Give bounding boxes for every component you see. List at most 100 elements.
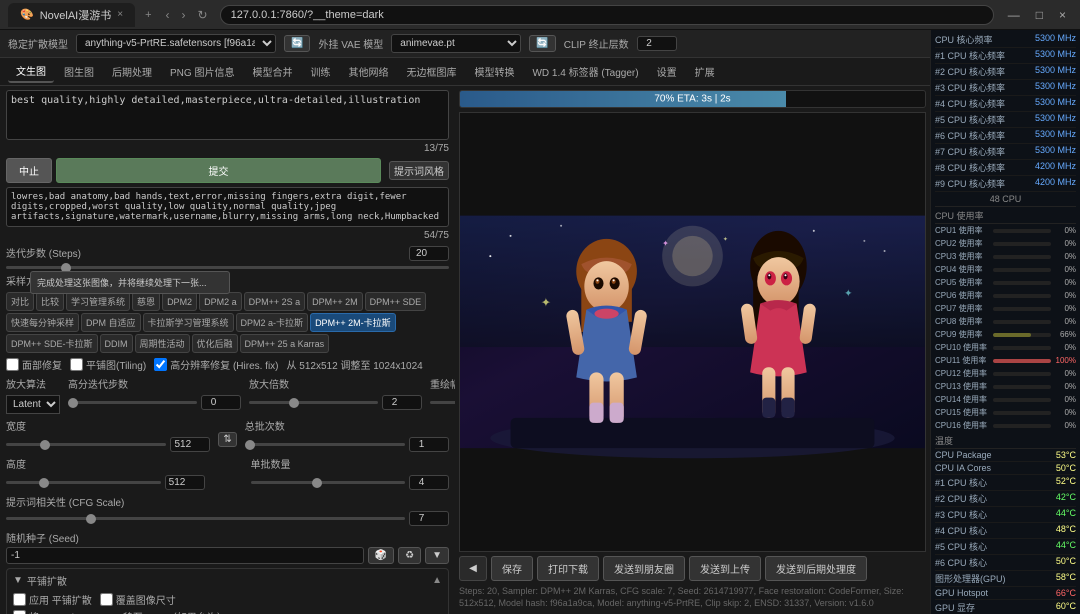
batch-size-slider[interactable] — [251, 481, 406, 484]
send-last-btn[interactable]: 发送到后期处理度 — [765, 556, 867, 581]
denoise-slider[interactable] — [430, 401, 455, 404]
generate-btn[interactable]: 提交 — [56, 158, 381, 183]
use-tiling-input[interactable] — [13, 593, 26, 606]
hires-fix-input[interactable] — [154, 358, 167, 371]
face-restore-input[interactable] — [6, 358, 19, 371]
send-community-btn[interactable]: 发送到朋友圈 — [603, 556, 685, 581]
maximize-btn[interactable]: □ — [1030, 6, 1049, 24]
model-refresh-btn[interactable]: 🔄 — [284, 35, 310, 52]
positive-prompt[interactable]: best quality,highly detailed,masterpiece… — [6, 90, 449, 140]
resize-info: 从 512x512 调整至 1024x1024 — [287, 357, 423, 372]
vae-refresh-btn[interactable]: 🔄 — [529, 35, 555, 52]
tab-png-info[interactable]: PNG 图片信息 — [162, 61, 242, 82]
cpu1-usage-row: CPU1 使用率 0% — [935, 224, 1076, 237]
sampler-dpm2[interactable]: DPM2 — [162, 292, 197, 311]
seed-extra-btn[interactable]: ▼ — [425, 547, 449, 564]
prev-image-btn[interactable]: ◀ — [459, 556, 487, 581]
use-tiling-check[interactable]: 应用 平铺扩散 — [13, 592, 92, 607]
face-restore-check[interactable]: 面部修复 — [6, 357, 62, 372]
batch-size-input[interactable] — [409, 475, 449, 490]
tab-settings[interactable]: 设置 — [649, 61, 685, 82]
tab-img2img[interactable]: 图生图 — [56, 61, 102, 82]
sampler-euler[interactable]: 比较 — [36, 292, 64, 311]
swap-size-btn[interactable]: ⇅ — [218, 432, 236, 447]
controlnet-input[interactable] — [13, 610, 26, 614]
cfg-slider[interactable] — [6, 517, 405, 520]
sampler-dpmpp25a-karras[interactable]: DPM++ 25 a Karras — [240, 334, 330, 353]
new-tab-btn[interactable]: + — [139, 7, 157, 23]
forward-btn[interactable]: › — [178, 6, 190, 24]
cpu13-usage-label: CPU13 使用率 — [935, 381, 990, 392]
close-window-btn[interactable]: × — [1053, 6, 1072, 24]
batch-count-input[interactable] — [409, 437, 449, 452]
use-image-size-input[interactable] — [100, 593, 113, 606]
sampler-dpmpp2sa[interactable]: DPM++ 2S a — [244, 292, 306, 311]
sampler-dpmpp2m-karras[interactable]: DPM++ 2M-卡拉斯 — [310, 313, 396, 332]
model-select[interactable]: anything-v5-PrtRE.safetensors [f96a1a9ca… — [76, 34, 276, 53]
sampler-optimized[interactable]: 优化后融 — [192, 334, 238, 353]
sampler-heun[interactable]: 慈恩 — [132, 292, 160, 311]
batch-count-slider[interactable] — [245, 443, 405, 446]
vae-select[interactable]: animevae.pt — [391, 34, 521, 53]
seed-input[interactable] — [6, 547, 364, 564]
sampler-dpm-adaptive[interactable]: DPM 自适应 — [81, 313, 141, 332]
hires-steps-slider[interactable] — [68, 401, 197, 404]
back-btn[interactable]: ‹ — [162, 6, 174, 24]
save-btn[interactable]: 保存 — [491, 556, 533, 581]
sampler-dpmpp2m[interactable]: DPM++ 2M — [307, 292, 363, 311]
clip-input[interactable] — [637, 36, 677, 51]
sampler-dpm2a[interactable]: DPM2 a — [199, 292, 242, 311]
download-btn[interactable]: 打印下载 — [537, 556, 599, 581]
steps-slider[interactable] — [6, 266, 449, 269]
height-input[interactable] — [165, 475, 205, 490]
tab-extensions[interactable]: 扩展 — [687, 61, 723, 82]
negative-prompt[interactable]: lowres,bad anatomy,bad hands,text,error,… — [6, 187, 449, 227]
tab-txt2img[interactable]: 文生图 — [8, 60, 54, 83]
tab-close-btn[interactable]: × — [117, 9, 123, 20]
send-upload-btn[interactable]: 发送到上传 — [689, 556, 761, 581]
tiling-input[interactable] — [70, 358, 83, 371]
sampler-dpmppsde[interactable]: DPM++ SDE — [365, 292, 427, 311]
reload-btn[interactable]: ↻ — [194, 6, 212, 24]
sampler-fast[interactable]: 快速每分钟采样 — [6, 313, 79, 332]
sampler-karras-lms[interactable]: 卡拉斯学习管理系统 — [143, 313, 234, 332]
steps-input[interactable] — [409, 246, 449, 261]
seed-random-btn[interactable]: 🎲 — [368, 547, 394, 564]
width-slider[interactable] — [6, 443, 166, 446]
cfg-input[interactable] — [409, 511, 449, 526]
tab-gallery[interactable]: 无边框图库 — [398, 61, 464, 82]
upscaler-select[interactable]: Latent — [6, 395, 60, 414]
sampler-dpm2a-karras[interactable]: DPM2 a-卡拉斯 — [236, 313, 309, 332]
sampler-dpmppsde-karras[interactable]: DPM++ SDE-卡拉斯 — [6, 334, 98, 353]
tab-tagger[interactable]: WD 1.4 标签器 (Tagger) — [524, 61, 646, 82]
cpu8-usage-bar — [993, 320, 1051, 324]
hires-steps-input[interactable] — [201, 395, 241, 410]
scale-slider[interactable] — [249, 401, 378, 404]
height-col: 高度 — [6, 456, 205, 490]
sampler-euler-a[interactable]: 对比 — [6, 292, 34, 311]
stop-btn[interactable]: 中止 — [6, 158, 52, 183]
width-input[interactable] — [170, 437, 210, 452]
tab-postprocess[interactable]: 后期处理 — [104, 61, 160, 82]
address-bar[interactable] — [220, 5, 994, 25]
vae-label: 外挂 VAE 模型 — [318, 36, 383, 51]
tiling-check[interactable]: 平铺图(Tiling) — [70, 357, 146, 372]
sampler-periodic[interactable]: 周期性活动 — [135, 334, 190, 353]
height-slider[interactable] — [6, 481, 161, 484]
tab-merge[interactable]: 模型合并 — [244, 61, 300, 82]
sampler-lms[interactable]: 学习管理系统 — [66, 292, 130, 311]
minimize-btn[interactable]: — — [1002, 6, 1026, 24]
cpu11-usage-row: CPU11 使用率 100% — [935, 354, 1076, 367]
seed-recycle-btn[interactable]: ♻ — [398, 547, 421, 564]
controlnet-check[interactable]: 将 ControlNet tensor 移至 CPU（如果允许） — [13, 609, 442, 614]
tab-convert[interactable]: 模型转换 — [466, 61, 522, 82]
tab-train[interactable]: 训练 — [302, 61, 338, 82]
tab-other[interactable]: 其他网络 — [340, 61, 396, 82]
browser-tab[interactable]: 🎨 NovelAI漫游书 × — [8, 3, 135, 27]
use-image-size-check[interactable]: 覆盖图像尺寸 — [100, 592, 176, 607]
sampler-ddim[interactable]: DDIM — [100, 334, 133, 353]
style-btn[interactable]: 提示词风格 — [389, 161, 449, 180]
scale-input[interactable] — [382, 395, 422, 410]
hires-fix-check[interactable]: 高分辨率修复 (Hires. fix) — [154, 357, 278, 372]
svg-text:✦: ✦ — [662, 239, 669, 248]
